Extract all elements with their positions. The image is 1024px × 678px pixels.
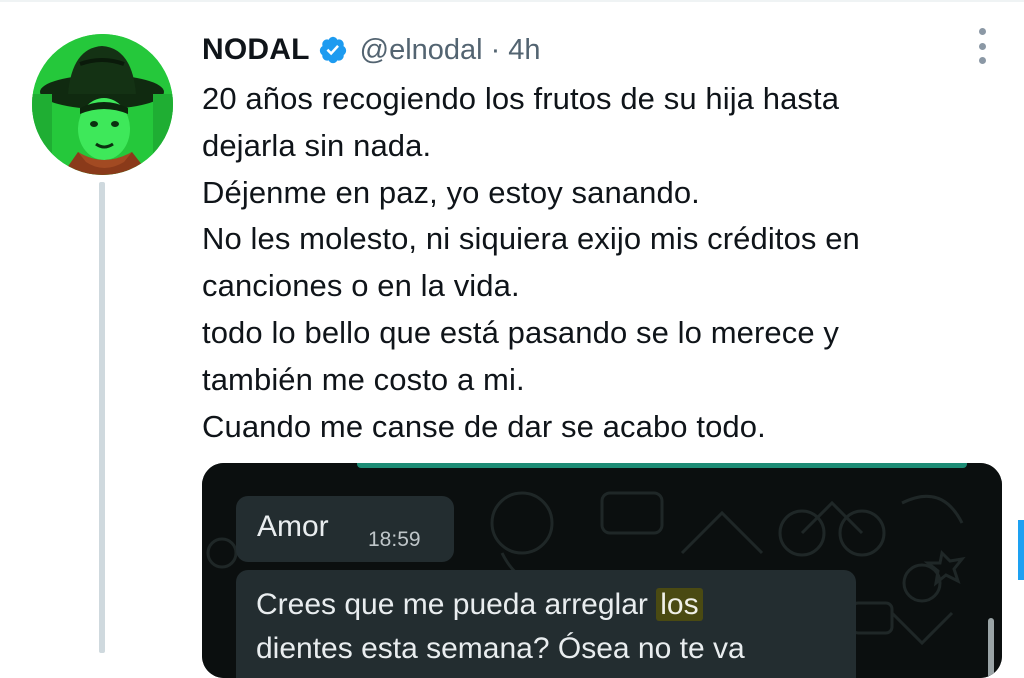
author-handle[interactable]: @elnodal: [360, 34, 483, 67]
tweet-media-image[interactable]: Amor 18:59 Crees que me pueda arreglar l…: [202, 463, 1002, 678]
more-dot: [978, 28, 986, 35]
thread-line: [99, 182, 105, 653]
message-text: Amor: [257, 510, 329, 543]
tweet-time[interactable]: 4h: [508, 34, 540, 67]
chat-bubble: Amor 18:59: [236, 496, 454, 562]
tweet-line: 20 años recogiendo los frutos de su hija…: [202, 81, 840, 116]
message-line: dientes esta semana? Ósea no te va: [256, 632, 745, 665]
tweet-line: todo lo bello que está pasando se lo mer…: [202, 314, 839, 350]
chat-top-indicator: [357, 463, 967, 468]
tweet-line: también me costo a mi.: [202, 361, 525, 397]
cowboy-child-avatar-icon: [32, 34, 173, 175]
more-options-icon[interactable]: [972, 28, 992, 64]
tweet-line: dejarla sin nada.: [202, 127, 432, 163]
tweet-line: Cuando me canse de dar se acabo todo.: [202, 408, 766, 444]
more-dot: [978, 57, 986, 64]
top-divider: [0, 0, 1024, 2]
tweet-line: Déjenme en paz, yo estoy sanando.: [202, 174, 700, 210]
author-name[interactable]: NODAL: [202, 33, 310, 67]
verified-badge-icon: [319, 36, 346, 64]
message-text: Crees que me pueda arreglar: [256, 588, 657, 621]
avatar[interactable]: [32, 34, 173, 175]
edge-indicator: [1018, 520, 1024, 580]
separator-dot: ·: [490, 33, 501, 66]
tweet-line: canciones o en la vida.: [202, 268, 520, 304]
chat-scrollbar[interactable]: [988, 618, 994, 678]
highlighted-word: los: [656, 588, 703, 621]
message-line: Crees que me pueda arreglar los: [256, 588, 703, 622]
tweet-text: 20 años recogiendo los frutos de su hija…: [202, 76, 1002, 450]
more-dot: [978, 42, 986, 50]
chat-bubble: Crees que me pueda arreglar los dientes …: [236, 570, 856, 678]
tweet-header: NODAL @elnodal · 4h: [202, 28, 541, 72]
message-time: 18:59: [368, 528, 421, 551]
tweet-line: No les molesto, ni siquiera exijo mis cr…: [202, 221, 860, 257]
